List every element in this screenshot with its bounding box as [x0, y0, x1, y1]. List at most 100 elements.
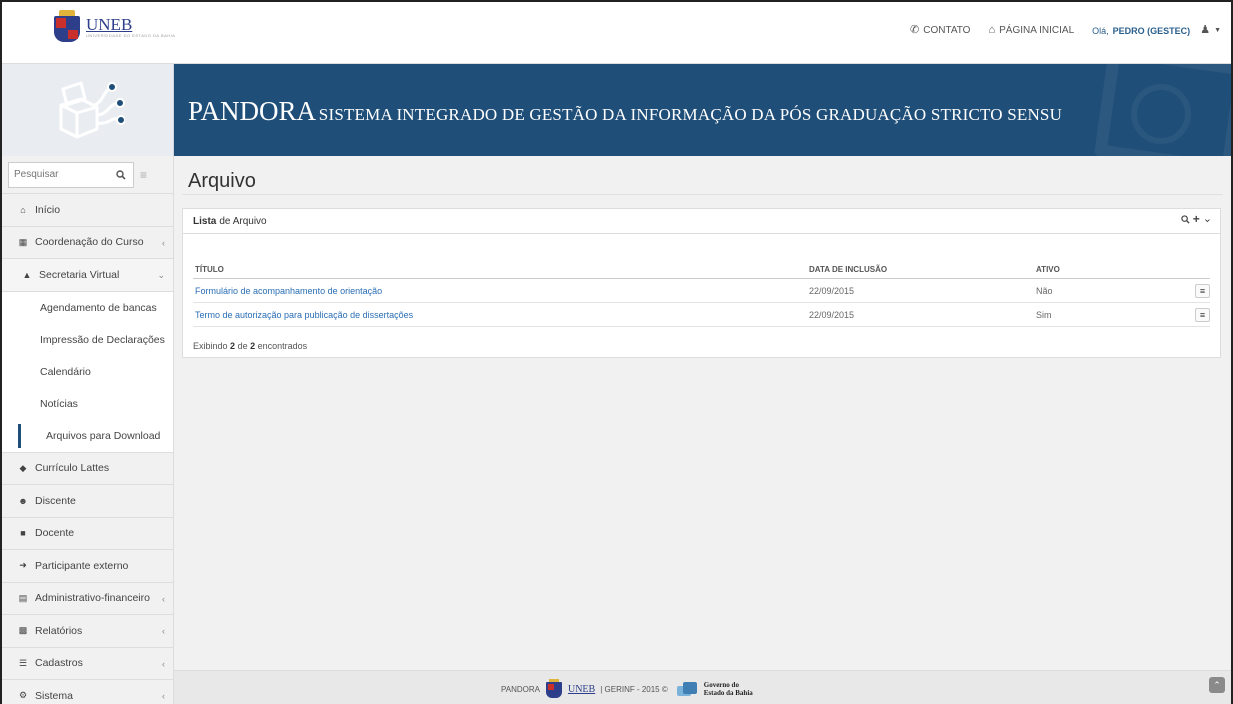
- footer-gov: Governo do Estado da Bahia: [704, 681, 753, 697]
- panel-header: Lista de Arquivo: [183, 209, 1220, 234]
- plus-icon[interactable]: +: [1193, 213, 1200, 227]
- row-ativo: Sim: [1036, 309, 1052, 320]
- menu-toggle-icon[interactable]: ≡: [140, 168, 147, 182]
- uneb-seal-icon: [52, 10, 82, 44]
- greeting: Olá,: [1092, 25, 1109, 36]
- row-menu-button[interactable]: ≡: [1195, 307, 1210, 322]
- gov-line-1: Governo do: [703, 681, 739, 689]
- sign-in-icon: ➜: [19, 560, 27, 571]
- bar-chart-icon: ▩: [18, 625, 28, 636]
- sidebar-item-label: Relatórios: [35, 624, 83, 637]
- footer-app-name: PANDORA: [501, 684, 540, 694]
- row-title-link[interactable]: Formulário de acompanhamento de orientaç…: [195, 286, 382, 296]
- page-footer: PANDORA UNEB | GERINF - 2015 © Governo d…: [174, 670, 1231, 704]
- scroll-top-button[interactable]: ⌃: [1209, 677, 1225, 693]
- top-links: ✆ CONTATO ⌂ PÁGINA INICIAL Olá, PEDRO (G…: [910, 24, 1221, 37]
- uneb-logo[interactable]: UNEB UNIVERSIDADE DO ESTADO DA BAHIA: [52, 10, 175, 44]
- sidebar-item-label: Coordenação do Curso: [35, 236, 144, 249]
- contato-link[interactable]: ✆ CONTATO: [910, 24, 970, 37]
- search-icon[interactable]: [1181, 215, 1190, 227]
- row-title-link[interactable]: Termo de autorização para publicação de …: [195, 310, 413, 320]
- sidebar-item-calendario[interactable]: Calendário: [2, 355, 173, 388]
- users-icon: ☻: [18, 495, 28, 506]
- pagina-inicial-link[interactable]: ⌂ PÁGINA INICIAL: [988, 25, 1075, 37]
- sidebar-item-label: Impressão de Declarações: [40, 333, 165, 346]
- column-header-ativo[interactable]: ATIVO: [1036, 265, 1190, 274]
- footer-uneb: UNEB: [567, 683, 596, 695]
- chevron-left-icon: ‹: [162, 626, 165, 636]
- search-input[interactable]: [9, 162, 109, 187]
- sidebar-item-impressao[interactable]: Impressão de Declarações: [2, 323, 173, 356]
- sidebar-item-curriculo[interactable]: ◆ Currículo Lattes: [2, 452, 173, 485]
- chevron-up-icon: ⌃: [1213, 679, 1221, 690]
- arquivo-list-panel: Lista de Arquivo + ⌄ TÍTULO DATA DE INCL…: [182, 208, 1221, 358]
- chevron-left-icon: ‹: [162, 691, 165, 701]
- sidebar-item-secretaria[interactable]: ▲ Secretaria Virtual ⌄: [2, 259, 173, 292]
- phone-icon: ✆: [910, 24, 920, 36]
- caret-down-icon: ▼: [1214, 27, 1221, 34]
- count-suffix: encontrados: [257, 341, 308, 351]
- sidebar-item-agendamento[interactable]: Agendamento de bancas: [2, 291, 173, 324]
- count-prefix: Exibindo: [193, 341, 228, 351]
- sidebar-item-label: Início: [35, 203, 61, 216]
- sidebar-item-discente[interactable]: ☻ Discente: [2, 485, 173, 518]
- title-divider: [182, 194, 1223, 195]
- chevron-left-icon: ‹: [162, 593, 165, 604]
- home-icon: ⌂: [20, 204, 26, 215]
- sidebar-item-label: Secretaria Virtual: [39, 268, 120, 281]
- app-window: UNEB UNIVERSIDADE DO ESTADO DA BAHIA ✆ C…: [0, 0, 1233, 704]
- sidebar-item-label: Docente: [35, 527, 75, 540]
- sidebar-item-docente[interactable]: ■ Docente: [2, 517, 173, 550]
- sidebar-item-label: Calendário: [40, 365, 91, 378]
- sidebar-item-label: Arquivos para Download: [46, 429, 161, 442]
- logo-name: UNEB: [86, 15, 133, 34]
- sidebar-item-administrativo[interactable]: ▤ Administrativo-financeiro ‹: [2, 582, 173, 615]
- sidebar-item-cadastros[interactable]: ☰ Cadastros ‹: [2, 647, 173, 680]
- logo-subtitle: UNIVERSIDADE DO ESTADO DA BAHIA: [86, 33, 176, 38]
- row-date: 22/09/2015: [809, 309, 855, 320]
- sidebar-item-arquivos[interactable]: Arquivos para Download: [2, 419, 173, 452]
- sidebar-item-label: Administrativo-financeiro: [35, 592, 150, 605]
- gov-line-2: Estado da Bahia: [703, 689, 753, 697]
- bars-icon: ≡: [1199, 285, 1206, 296]
- chevron-down-icon: ⌄: [157, 270, 165, 280]
- top-bar: UNEB UNIVERSIDADE DO ESTADO DA BAHIA ✆ C…: [2, 2, 1231, 64]
- sidebar-item-label: Cadastros: [35, 657, 83, 670]
- sidebar-item-label: Currículo Lattes: [35, 462, 110, 475]
- sidebar: ≡ ⌂ Início ▦ Coordenação do Curso ‹ ▲ Se…: [2, 156, 174, 704]
- user-name: PEDRO (GESTEC): [1112, 25, 1191, 36]
- search-button[interactable]: [109, 163, 133, 187]
- pagina-inicial-label: PÁGINA INICIAL: [999, 25, 1075, 36]
- sidebar-item-sistema[interactable]: ⚙ Sistema ‹: [2, 680, 173, 704]
- sidebar-item-label: Discente: [35, 494, 76, 507]
- sidebar-item-participante[interactable]: ➜ Participante externo: [2, 550, 173, 583]
- sidebar-search: ≡: [2, 156, 173, 194]
- system-title: PANDORA SISTEMA INTEGRADO DE GESTÃO DA I…: [188, 96, 1062, 127]
- chevron-down-icon[interactable]: ⌄: [1203, 214, 1212, 227]
- bank-icon: ▲: [22, 269, 32, 280]
- chevron-left-icon: ‹: [162, 658, 165, 669]
- sidebar-item-label: Participante externo: [35, 559, 129, 572]
- row-menu-button[interactable]: ≡: [1195, 283, 1210, 298]
- count-shown: 2: [230, 341, 236, 351]
- secretaria-submenu: Agendamento de bancas Impressão de Decla…: [2, 291, 173, 453]
- sidebar-item-relatorios[interactable]: ▩ Relatórios ‹: [2, 615, 173, 648]
- cogs-icon: ⚙: [18, 690, 28, 701]
- column-header-data[interactable]: DATA DE INCLUSÃO: [809, 265, 1036, 274]
- book-icon: ▦: [18, 236, 28, 247]
- user-icon: ♟: [1200, 24, 1211, 36]
- graduation-cap-icon: ◆: [19, 462, 27, 473]
- pandora-logo: [2, 64, 174, 156]
- system-name: PANDORA: [188, 96, 317, 126]
- sidebar-item-noticias[interactable]: Notícias: [2, 387, 173, 420]
- row-ativo: Não: [1036, 285, 1053, 296]
- sidebar-item-coordenacao[interactable]: ▦ Coordenação do Curso ‹: [2, 226, 173, 259]
- column-header-titulo[interactable]: TÍTULO: [193, 265, 809, 274]
- money-icon: ▤: [18, 592, 28, 603]
- system-description: SISTEMA INTEGRADO DE GESTÃO DA INFORMAÇÃ…: [318, 105, 1063, 124]
- pandora-box-icon: [59, 81, 125, 139]
- user-menu[interactable]: Olá, PEDRO (GESTEC) ♟ ▼: [1092, 25, 1221, 36]
- sidebar-item-inicio[interactable]: ⌂ Início: [2, 194, 173, 227]
- table-row: Formulário de acompanhamento de orientaç…: [193, 279, 1210, 303]
- sidebar-item-label: Notícias: [40, 397, 78, 410]
